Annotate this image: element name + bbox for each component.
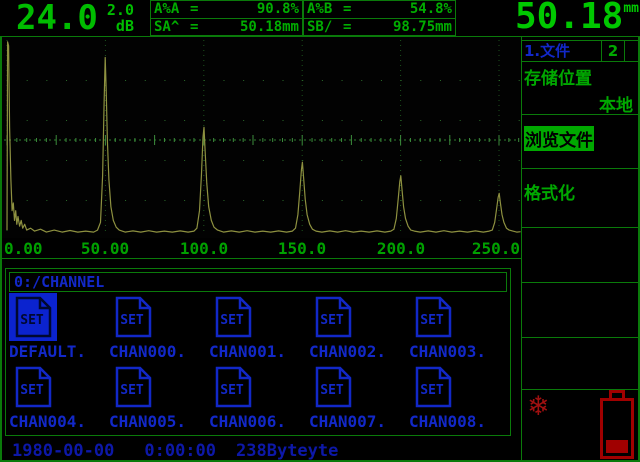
- file-name: DEFAULT.: [9, 342, 109, 361]
- settings-file-icon: SET: [113, 365, 153, 409]
- status-memory: 238Byteyte: [236, 441, 338, 461]
- settings-file-icon: SET: [13, 365, 53, 409]
- menu-item-browse-files[interactable]: 浏览文件: [522, 115, 638, 169]
- settings-file-icon: SET: [13, 295, 53, 339]
- menu-item-empty: [522, 228, 638, 283]
- menu-sidebar: 1.文件 2 存储位置 本地 浏览文件 格式化 ❄: [521, 37, 640, 462]
- status-date: 1980-00-00: [12, 441, 114, 461]
- x-tick-label: 150.0: [278, 239, 326, 258]
- file-tile-default[interactable]: SET DEFAULT.: [9, 293, 109, 363]
- settings-file-icon: SET: [213, 365, 253, 409]
- svg-text:SET: SET: [320, 313, 344, 328]
- status-bar: 1980-00-00 0:00:00 238Byteyte: [2, 439, 521, 462]
- svg-text:SET: SET: [220, 313, 244, 328]
- menu-item-empty: [522, 283, 638, 338]
- settings-file-icon: SET: [313, 365, 353, 409]
- freeze-icon: ❄: [527, 393, 550, 420]
- file-tile[interactable]: SET CHAN004.: [9, 363, 109, 433]
- menu-item-storage-location[interactable]: 存储位置 本地: [522, 62, 638, 115]
- file-icon: SET: [9, 363, 57, 411]
- x-tick-label: 250.0: [472, 239, 520, 258]
- file-tile[interactable]: SET CHAN005.: [109, 363, 209, 433]
- gain-value: 24.0: [16, 1, 98, 35]
- svg-text:SET: SET: [20, 383, 44, 398]
- svg-text:SET: SET: [120, 313, 144, 328]
- menu-item-format[interactable]: 格式化: [522, 169, 638, 228]
- file-icon: SET: [309, 363, 357, 411]
- ascan-svg: [2, 37, 521, 238]
- file-name: CHAN004.: [9, 412, 109, 431]
- current-path: 0:/CHANNEL: [9, 272, 507, 292]
- file-browser-panel: 0:/CHANNEL SET DEFAULT.: [5, 268, 511, 436]
- menu-title: 1.文件: [522, 41, 601, 61]
- file-tile[interactable]: SET CHAN001.: [209, 293, 309, 363]
- file-grid: SET DEFAULT. SET: [6, 292, 510, 433]
- primary-reading: 50.18 mm: [456, 0, 640, 36]
- file-tile[interactable]: SET CHAN002.: [309, 293, 409, 363]
- measurement-b-soundpath: SB/ = 98.75mm: [304, 19, 455, 36]
- file-icon: SET: [109, 293, 157, 341]
- gain-unit-label: dB: [116, 18, 134, 34]
- file-icon: SET: [109, 363, 157, 411]
- file-icon: SET: [409, 363, 457, 411]
- settings-file-icon: SET: [113, 295, 153, 339]
- menu-item-label: 格式化: [524, 179, 575, 204]
- measurement-b-amplitude: A%B = 54.8%: [304, 1, 455, 19]
- file-tile[interactable]: SET CHAN006.: [209, 363, 309, 433]
- flaw-detector-screen: 24.0 2.0 dB A%A = 90.8% SA^ = 50.18mm A%…: [0, 0, 640, 462]
- file-tile[interactable]: SET CHAN003.: [409, 293, 509, 363]
- gain-step: 2.0: [107, 2, 134, 18]
- settings-file-icon: SET: [413, 365, 453, 409]
- status-time: 0:00:00: [144, 441, 216, 461]
- file-icon: SET: [209, 363, 257, 411]
- battery-low-icon: [600, 390, 634, 459]
- file-icon: SET: [409, 293, 457, 341]
- file-name: CHAN003.: [409, 342, 509, 361]
- menu-header: 1.文件 2: [522, 40, 638, 62]
- measurement-box-a: A%A = 90.8% SA^ = 50.18mm: [150, 0, 303, 36]
- settings-file-icon: SET: [313, 295, 353, 339]
- ascan-plot: [2, 37, 521, 238]
- x-tick-label: 100.0: [180, 239, 228, 258]
- file-icon: SET: [309, 293, 357, 341]
- file-tile[interactable]: SET CHAN000.: [109, 293, 209, 363]
- svg-text:SET: SET: [220, 383, 244, 398]
- svg-text:SET: SET: [320, 383, 344, 398]
- measurement-box-b: A%B = 54.8% SB/ = 98.75mm: [303, 0, 456, 36]
- svg-text:SET: SET: [20, 313, 44, 328]
- file-name: CHAN000.: [109, 342, 209, 361]
- top-bar: 24.0 2.0 dB A%A = 90.8% SA^ = 50.18mm A%…: [0, 0, 640, 37]
- menu-page-indicator: 2: [601, 41, 625, 61]
- file-name: CHAN008.: [409, 412, 509, 431]
- sidebar-status-area: ❄: [522, 390, 638, 462]
- file-name: CHAN007.: [309, 412, 409, 431]
- measurement-a-soundpath: SA^ = 50.18mm: [151, 19, 302, 36]
- settings-file-icon: SET: [413, 295, 453, 339]
- menu-item-value: 本地: [524, 91, 636, 115]
- svg-text:SET: SET: [120, 383, 144, 398]
- measurement-a-amplitude: A%A = 90.8%: [151, 1, 302, 19]
- file-icon: SET: [209, 293, 257, 341]
- file-tile[interactable]: SET CHAN007.: [309, 363, 409, 433]
- settings-file-icon: SET: [213, 295, 253, 339]
- file-icon: SET: [9, 293, 57, 341]
- file-browser: 0:/CHANNEL SET DEFAULT.: [2, 259, 521, 439]
- svg-text:SET: SET: [420, 313, 444, 328]
- file-name: CHAN006.: [209, 412, 309, 431]
- file-tile[interactable]: SET CHAN008.: [409, 363, 509, 433]
- file-name: CHAN005.: [109, 412, 209, 431]
- menu-item-label-highlighted: 浏览文件: [524, 126, 594, 151]
- svg-text:SET: SET: [420, 383, 444, 398]
- primary-reading-unit: mm: [623, 1, 639, 16]
- x-tick-label: 0.00: [4, 239, 43, 258]
- menu-item-empty: [522, 338, 638, 390]
- menu-item-label: 存储位置: [524, 64, 636, 89]
- gain-block: 24.0 2.0 dB: [0, 0, 150, 36]
- file-name: CHAN001.: [209, 342, 309, 361]
- primary-reading-value: 50.18: [515, 0, 623, 34]
- file-name: CHAN002.: [309, 342, 409, 361]
- x-tick-label: 50.00: [81, 239, 129, 258]
- x-tick-label: 200.0: [377, 239, 425, 258]
- x-axis-labels: 0.00 50.00 100.0 150.0 200.0 250.0: [2, 238, 521, 259]
